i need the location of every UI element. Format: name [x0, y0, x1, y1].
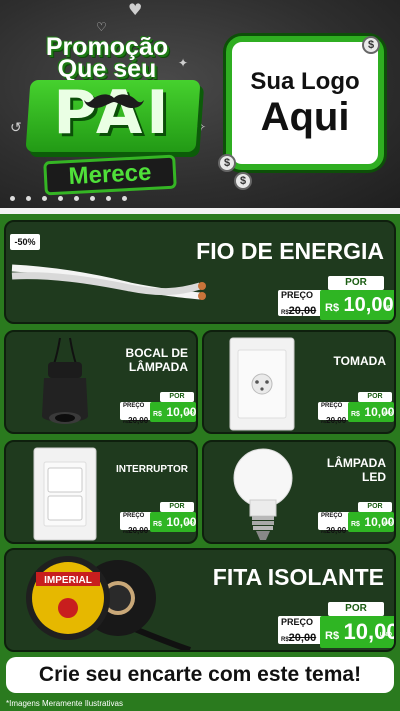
heart-doodle-icon: ♡: [96, 20, 107, 34]
currency: R$: [153, 521, 162, 528]
outlet-image: [229, 337, 295, 431]
dot: [90, 196, 95, 201]
wire-image: [11, 264, 206, 300]
promo-title: Promoção Que seu: [22, 35, 192, 83]
heart-doodle-icon: ♥: [128, 0, 143, 19]
dot: [74, 196, 79, 201]
preco-old-price: PREÇO R$20,00: [318, 402, 352, 425]
header-banner: ♥ ♡ ✦ ↺ ✧ Promoção Que seu PAI Merece Su…: [0, 0, 400, 208]
new-price: R$ 10,00 UNID: [150, 512, 196, 532]
product-name: LÂMPADA LED: [326, 456, 386, 484]
logo-placeholder[interactable]: Sua Logo Aqui: [226, 36, 384, 170]
unit: UNID: [382, 410, 392, 415]
merece-label: Merece: [43, 154, 177, 196]
divider: [0, 208, 400, 214]
logo-line-1: Sua Logo: [250, 68, 360, 95]
new-price: R$ 10,00 MT: [320, 290, 394, 320]
product-card-fio[interactable]: FIO DE ENERGIA POR PREÇO R$20,00 R$ 10,0…: [4, 220, 396, 324]
unit: UNID: [379, 632, 392, 638]
preco-old-price: PREÇO R$20,00: [278, 290, 324, 317]
old-price: 20,00: [128, 416, 149, 425]
disclaimer: *Imagens Meramente Ilustrativas: [6, 699, 123, 708]
old-price: 20,00: [326, 416, 347, 425]
product-name: FITA ISOLANTE: [212, 564, 384, 590]
product-card-lampada[interactable]: LÂMPADA LED POR PREÇO R$20,00 R$ 10,00 U…: [202, 440, 396, 544]
tape-image: IMPERIAL: [26, 556, 191, 650]
preco-old-price: PREÇO R$20,00: [120, 512, 154, 535]
new-price: R$ 10,00 UNID: [348, 512, 394, 532]
currency: R$: [351, 521, 360, 528]
product-name: INTERRUPTOR: [115, 464, 188, 475]
switch-image: [33, 447, 97, 541]
por-label: POR: [358, 502, 392, 512]
pai-text: PAI: [53, 78, 173, 148]
new-price: R$ 10,00 UNID: [320, 616, 394, 648]
old-price: 20,00: [128, 526, 149, 535]
por-label: POR: [160, 392, 194, 402]
dot: [42, 196, 47, 201]
mustache-icon: [84, 94, 144, 108]
currency: R$: [351, 411, 360, 418]
promo-line-2: Que seu: [57, 55, 157, 83]
product-card-tomada[interactable]: TOMADA POR PREÇO R$20,00 R$ 10,00 UNID: [202, 330, 396, 434]
tape-brand-text: IMPERIAL: [44, 575, 92, 586]
preco-old-price: PREÇO R$20,00: [278, 616, 324, 644]
new-price: R$ 10,00 UNID: [348, 402, 394, 422]
lamp-socket-image: [42, 337, 88, 424]
arrow-doodle-icon: ↺: [10, 120, 22, 136]
product-name: BOCAL DE LÂMPADA: [125, 346, 188, 374]
led-bulb-image: [233, 448, 293, 540]
dot: [106, 196, 111, 201]
dot: [10, 196, 15, 201]
por-label: POR: [358, 392, 392, 402]
cta-banner[interactable]: Crie seu encarte com este tema!: [6, 657, 394, 693]
currency: R$: [153, 411, 162, 418]
por-label: POR: [160, 502, 194, 512]
old-currency: R$: [281, 637, 289, 643]
product-card-fita[interactable]: IMPERIAL FITA ISOLANTE POR PREÇO R$20,00…: [4, 548, 396, 652]
dot: [58, 196, 63, 201]
product-name: TOMADA: [333, 354, 386, 368]
currency: R$: [325, 630, 340, 642]
por-label: POR: [328, 602, 384, 616]
preco-old-price: PREÇO R$20,00: [120, 402, 154, 425]
product-name: FIO DE ENERGIA: [196, 238, 384, 264]
old-price: 20,00: [288, 632, 317, 644]
old-currency: R$: [281, 310, 289, 316]
preco-old-price: PREÇO R$20,00: [318, 512, 352, 535]
old-price: 20,00: [326, 526, 347, 535]
new-price: R$ 10,00 UNID: [150, 402, 196, 422]
carousel-dots: [10, 196, 127, 201]
unit: UNID: [184, 520, 194, 525]
logo-line-2: Aqui: [260, 95, 350, 139]
dollar-coin-icon: $: [218, 154, 236, 172]
discount-badge: -50%: [10, 234, 40, 250]
preco-label: PREÇO: [281, 290, 314, 300]
por-label: POR: [328, 276, 384, 290]
product-card-interruptor[interactable]: INTERRUPTOR POR PREÇO R$20,00 R$ 10,00 U…: [4, 440, 198, 544]
dot: [26, 196, 31, 201]
product-card-bocal[interactable]: BOCAL DE LÂMPADA POR PREÇO R$20,00 R$ 10…: [4, 330, 198, 434]
unit: UNID: [184, 410, 194, 415]
currency: R$: [325, 302, 340, 314]
dot: [122, 196, 127, 201]
dollar-coin-icon: $: [234, 172, 252, 190]
unit: UNID: [382, 520, 392, 525]
old-price: 20,00: [288, 305, 317, 317]
dollar-coin-icon: $: [362, 36, 380, 54]
preco-label: PREÇO: [281, 617, 314, 627]
unit: MT: [384, 305, 392, 311]
